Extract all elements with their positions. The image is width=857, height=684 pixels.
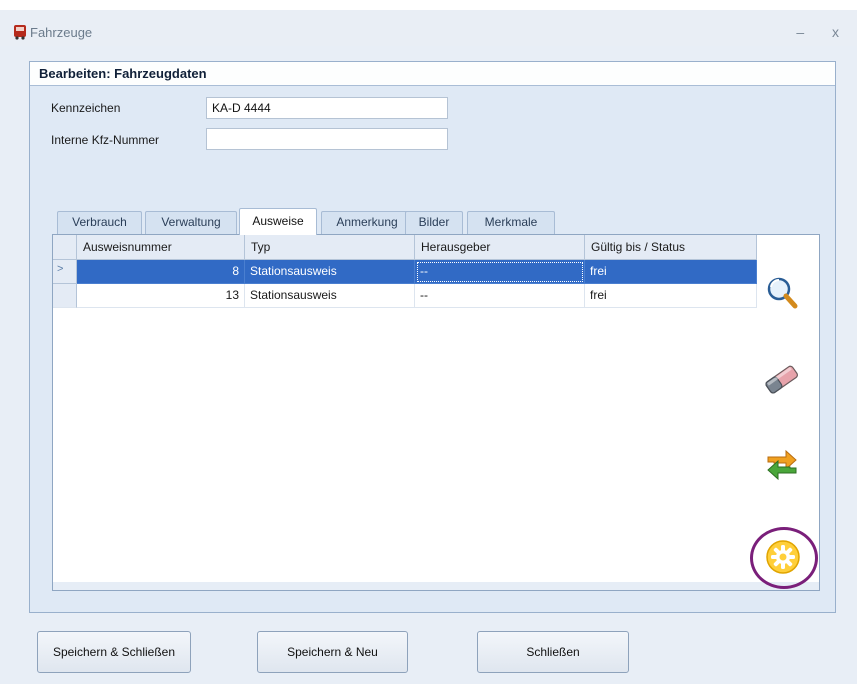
grid-header: Ausweisnummer Typ Herausgeber Gültig bis… (53, 235, 757, 260)
panel-title: Bearbeiten: Fahrzeugdaten (39, 66, 207, 81)
window-title: Fahrzeuge (30, 25, 93, 40)
tab-ausweise[interactable]: Ausweise (239, 208, 317, 235)
tab-verbrauch[interactable]: Verbrauch (57, 211, 142, 234)
tab-verwaltung[interactable]: Verwaltung (145, 211, 237, 234)
cell-herausgeber[interactable]: -- (415, 284, 585, 308)
cell-ausweisnummer[interactable]: 8 (77, 260, 245, 284)
column-header-ausweisnummer[interactable]: Ausweisnummer (77, 235, 245, 260)
save-new-button[interactable]: Speichern & Neu (257, 631, 408, 673)
cell-ausweisnummer[interactable]: 13 (77, 284, 245, 308)
row-indicator (53, 284, 77, 308)
kennzeichen-input[interactable] (206, 97, 448, 119)
ausweise-grid: Ausweisnummer Typ Herausgeber Gültig bis… (52, 234, 820, 591)
cell-herausgeber[interactable]: -- (415, 260, 585, 284)
vehicle-app-icon (14, 25, 26, 40)
save-close-button[interactable]: Speichern & Schließen (37, 631, 191, 673)
column-header-gueltig-status[interactable]: Gültig bis / Status (585, 235, 757, 260)
cell-status[interactable]: frei (585, 260, 757, 284)
tab-bilder[interactable]: Bilder (405, 211, 463, 234)
row-indicator: > (53, 260, 77, 284)
eraser-icon[interactable] (764, 362, 800, 398)
close-button[interactable]: Schließen (477, 631, 629, 673)
panel-header: Bearbeiten: Fahrzeugdaten (30, 62, 835, 86)
cell-typ[interactable]: Stationsausweis (245, 260, 415, 284)
table-row[interactable]: > 8 Stationsausweis -- frei (53, 260, 757, 284)
tab-merkmale[interactable]: Merkmale (467, 211, 555, 234)
cell-typ[interactable]: Stationsausweis (245, 284, 415, 308)
screen-top-strip (0, 0, 857, 10)
kfz-nummer-input[interactable] (206, 128, 448, 150)
column-header-herausgeber[interactable]: Herausgeber (415, 235, 585, 260)
column-header-typ[interactable]: Typ (245, 235, 415, 260)
highlight-circle-annotation (750, 527, 818, 589)
table-row[interactable]: 13 Stationsausweis -- frei (53, 284, 757, 308)
refresh-arrows-icon[interactable] (764, 447, 800, 483)
cell-status[interactable]: frei (585, 284, 757, 308)
window-titlebar: Fahrzeuge – x (0, 10, 857, 46)
window-controls[interactable]: – x (796, 24, 851, 40)
magnifier-icon[interactable] (764, 275, 800, 311)
header-indicator (53, 235, 77, 260)
kfz-nummer-label: Interne Kfz-Nummer (51, 133, 160, 147)
grid-footer-strip (53, 582, 819, 590)
kennzeichen-label: Kennzeichen (51, 101, 121, 115)
tab-anmerkung[interactable]: Anmerkung (321, 211, 413, 234)
